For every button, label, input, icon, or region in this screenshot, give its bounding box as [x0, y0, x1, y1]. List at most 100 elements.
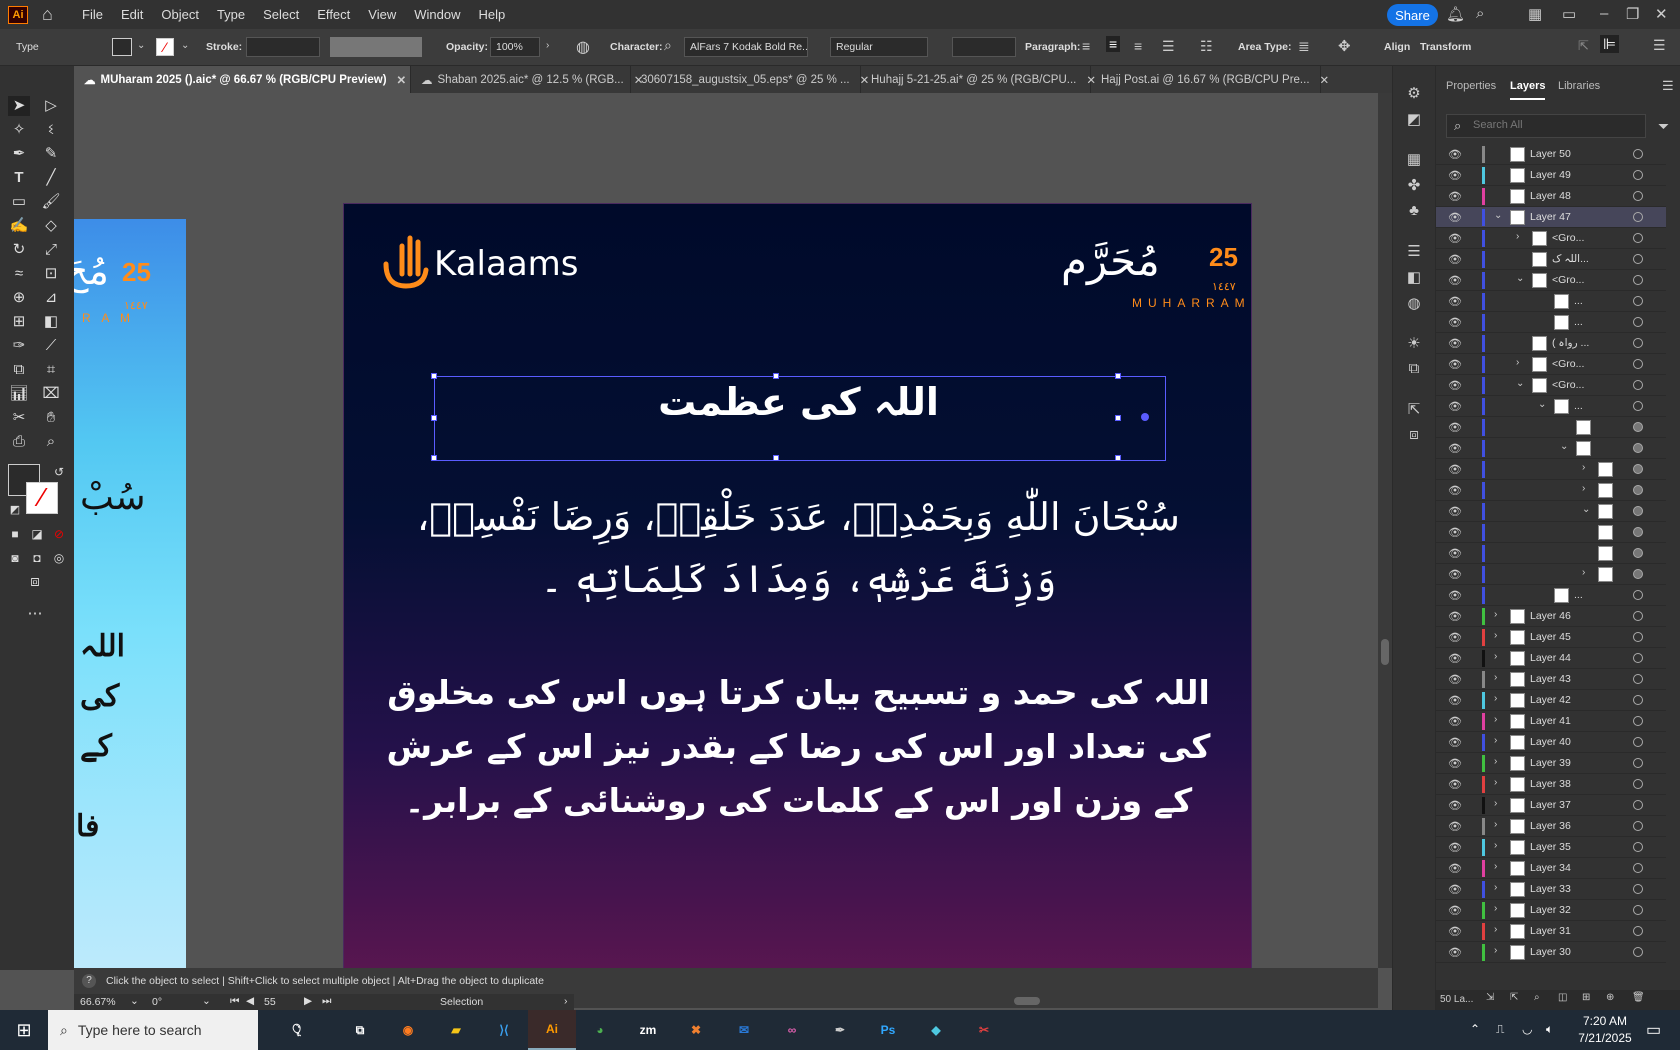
target-circle-icon[interactable]	[1633, 569, 1643, 579]
last-artboard-icon[interactable]: ⏭	[322, 995, 331, 1008]
chevron-right-icon[interactable]: ›	[1494, 861, 1497, 872]
perspective-grid-icon[interactable]: ⊿	[40, 288, 62, 308]
eraser-icon[interactable]: ◇	[40, 216, 62, 236]
layer-name[interactable]: Layer 39	[1530, 757, 1571, 769]
zoom-app-icon[interactable]: zm	[624, 1010, 672, 1050]
menu-file[interactable]: File	[82, 7, 103, 22]
layer-name[interactable]: Layer 33	[1530, 883, 1571, 895]
layer-name[interactable]: Layer 44	[1530, 652, 1571, 664]
resize-handle[interactable]	[1115, 415, 1121, 421]
draw-normal-icon[interactable]: ◙	[4, 548, 26, 568]
target-circle-icon[interactable]	[1633, 947, 1643, 957]
graphic-styles-icon[interactable]: ⧉	[1403, 360, 1425, 380]
symbol-sprayer-icon[interactable]: ⌗	[40, 360, 62, 380]
line-tool-icon[interactable]: ╱	[40, 168, 62, 188]
minimize-icon[interactable]: –	[1600, 5, 1608, 22]
layer-name[interactable]: ( رواہ ...	[1552, 337, 1589, 349]
layer-row[interactable]: 👁︎	[1436, 543, 1666, 564]
target-circle-icon[interactable]	[1633, 485, 1643, 495]
layer-name[interactable]: Layer 37	[1530, 799, 1571, 811]
layer-row[interactable]: 👁︎ › Layer 37	[1436, 795, 1666, 816]
chevron-down-icon[interactable]: ⌄	[202, 995, 211, 1007]
swap-colors-icon[interactable]: ↺	[48, 462, 70, 482]
target-circle-icon[interactable]	[1633, 338, 1643, 348]
artboard-tool-icon[interactable]: ⌧	[40, 384, 62, 404]
visibility-eye-icon[interactable]: 👁︎	[1448, 379, 1462, 392]
warp-tool-icon[interactable]: ≈	[8, 264, 30, 284]
tab-muharam[interactable]: ☁ MUharam 2025 ().aic* @ 66.67 % (RGB/CP…	[74, 66, 411, 93]
pen-app-icon[interactable]: ✒	[816, 1010, 864, 1050]
layer-name[interactable]: Layer 30	[1530, 946, 1571, 958]
measure-icon[interactable]: ⟋	[40, 336, 62, 356]
file-explorer-icon[interactable]: ▰	[432, 1010, 480, 1050]
tab-shaban[interactable]: ☁ Shaban 2025.aic* @ 12.5 % (RGB... ✕	[411, 66, 643, 93]
layer-row[interactable]: 👁︎ ⌄	[1436, 501, 1666, 522]
visibility-eye-icon[interactable]: 👁︎	[1448, 295, 1462, 308]
visibility-eye-icon[interactable]: 👁︎	[1448, 316, 1462, 329]
layer-row[interactable]: 👁︎ › Layer 38	[1436, 774, 1666, 795]
chevron-right-icon[interactable]: ›	[1494, 714, 1497, 725]
layer-row[interactable]: 👁︎ ⌄ <Gro...	[1436, 375, 1666, 396]
export-panel-icon[interactable]: ⇱	[1403, 400, 1425, 420]
clock-time[interactable]: 7:20 AM	[1570, 1014, 1640, 1028]
visibility-eye-icon[interactable]: 👁︎	[1448, 799, 1462, 812]
target-circle-icon[interactable]	[1633, 170, 1643, 180]
chevron-right-icon[interactable]: ›	[1494, 840, 1497, 851]
layer-row[interactable]: 👁︎ Layer 50	[1436, 144, 1666, 165]
rotation-value[interactable]: 0°	[152, 996, 162, 1008]
graph-tool-icon[interactable]: 📊︎	[8, 384, 30, 404]
delete-layer-icon[interactable]: 🗑︎	[1632, 992, 1645, 1003]
visibility-eye-icon[interactable]: 👁︎	[1448, 547, 1462, 560]
visibility-eye-icon[interactable]: 👁︎	[1448, 652, 1462, 665]
paragraph-label[interactable]: Paragraph:	[1025, 41, 1080, 53]
resize-handle[interactable]	[1115, 455, 1121, 461]
illustrator-taskbar-icon[interactable]: Ai	[528, 1010, 576, 1050]
symbols-panel-icon[interactable]: ♣	[1403, 202, 1425, 222]
appearance-panel-icon[interactable]: ☀	[1403, 334, 1425, 354]
draw-behind-icon[interactable]: ◘	[26, 548, 48, 568]
artboard-number[interactable]: 55	[264, 996, 276, 1008]
properties-panel-icon[interactable]: ⚙	[1403, 84, 1425, 104]
chevron-right-icon[interactable]: ›	[1582, 567, 1585, 578]
tab-layers[interactable]: Layers	[1510, 80, 1546, 100]
resize-handle[interactable]	[431, 415, 437, 421]
firefox-icon[interactable]: ◉	[384, 1010, 432, 1050]
target-circle-icon[interactable]	[1633, 548, 1643, 558]
creative-cloud-icon[interactable]: ∞	[768, 1010, 816, 1050]
visibility-eye-icon[interactable]: 👁︎	[1448, 841, 1462, 854]
target-circle-icon[interactable]	[1633, 233, 1643, 243]
layer-name[interactable]: Layer 47	[1530, 211, 1571, 223]
eyedropper-icon[interactable]: ✑	[8, 336, 30, 356]
layer-name[interactable]: Layer 46	[1530, 610, 1571, 622]
layer-name[interactable]: ...	[1574, 589, 1583, 601]
chevron-right-icon[interactable]: ›	[1494, 777, 1497, 788]
resize-handle[interactable]	[773, 373, 779, 379]
magic-wand-icon[interactable]: ✧	[8, 120, 30, 140]
none-mode-icon[interactable]: ⊘	[48, 524, 70, 544]
layer-row[interactable]: 👁︎...	[1436, 585, 1666, 606]
target-circle-icon[interactable]	[1633, 527, 1643, 537]
layer-row[interactable]: 👁︎ › Layer 46	[1436, 606, 1666, 627]
layer-row[interactable]: 👁︎...	[1436, 291, 1666, 312]
stroke-color-icon[interactable]: ⁄	[26, 482, 58, 514]
layer-name[interactable]: Layer 40	[1530, 736, 1571, 748]
layer-row[interactable]: 👁︎ › Layer 35	[1436, 837, 1666, 858]
layer-row[interactable]: 👁︎ اللہ ک...	[1436, 249, 1666, 270]
layer-name[interactable]: <Gro...	[1552, 379, 1584, 391]
chevron-right-icon[interactable]: ›	[1494, 672, 1497, 683]
chevron-right-icon[interactable]: ›	[546, 40, 549, 51]
default-colors-icon[interactable]: ◩	[4, 500, 26, 520]
first-artboard-icon[interactable]: ⏮	[230, 995, 239, 1008]
bell-icon[interactable]: 🔔︎	[1446, 5, 1465, 23]
menu-object[interactable]: Object	[161, 7, 199, 22]
previous-artboard-icon[interactable]: ◀	[246, 995, 254, 1007]
visibility-eye-icon[interactable]: 👁︎	[1448, 883, 1462, 896]
chevron-down-icon[interactable]: ⌄	[1516, 378, 1524, 389]
layer-row[interactable]: 👁︎ › Layer 33	[1436, 879, 1666, 900]
chevron-right-icon[interactable]: ›	[1494, 924, 1497, 935]
chevron-right-icon[interactable]: ›	[1494, 903, 1497, 914]
zoom-tool-icon[interactable]: ⌕	[40, 432, 62, 452]
visibility-eye-icon[interactable]: 👁︎	[1448, 736, 1462, 749]
visibility-eye-icon[interactable]: 👁︎	[1448, 694, 1462, 707]
restore-icon[interactable]: ❐	[1626, 5, 1639, 23]
